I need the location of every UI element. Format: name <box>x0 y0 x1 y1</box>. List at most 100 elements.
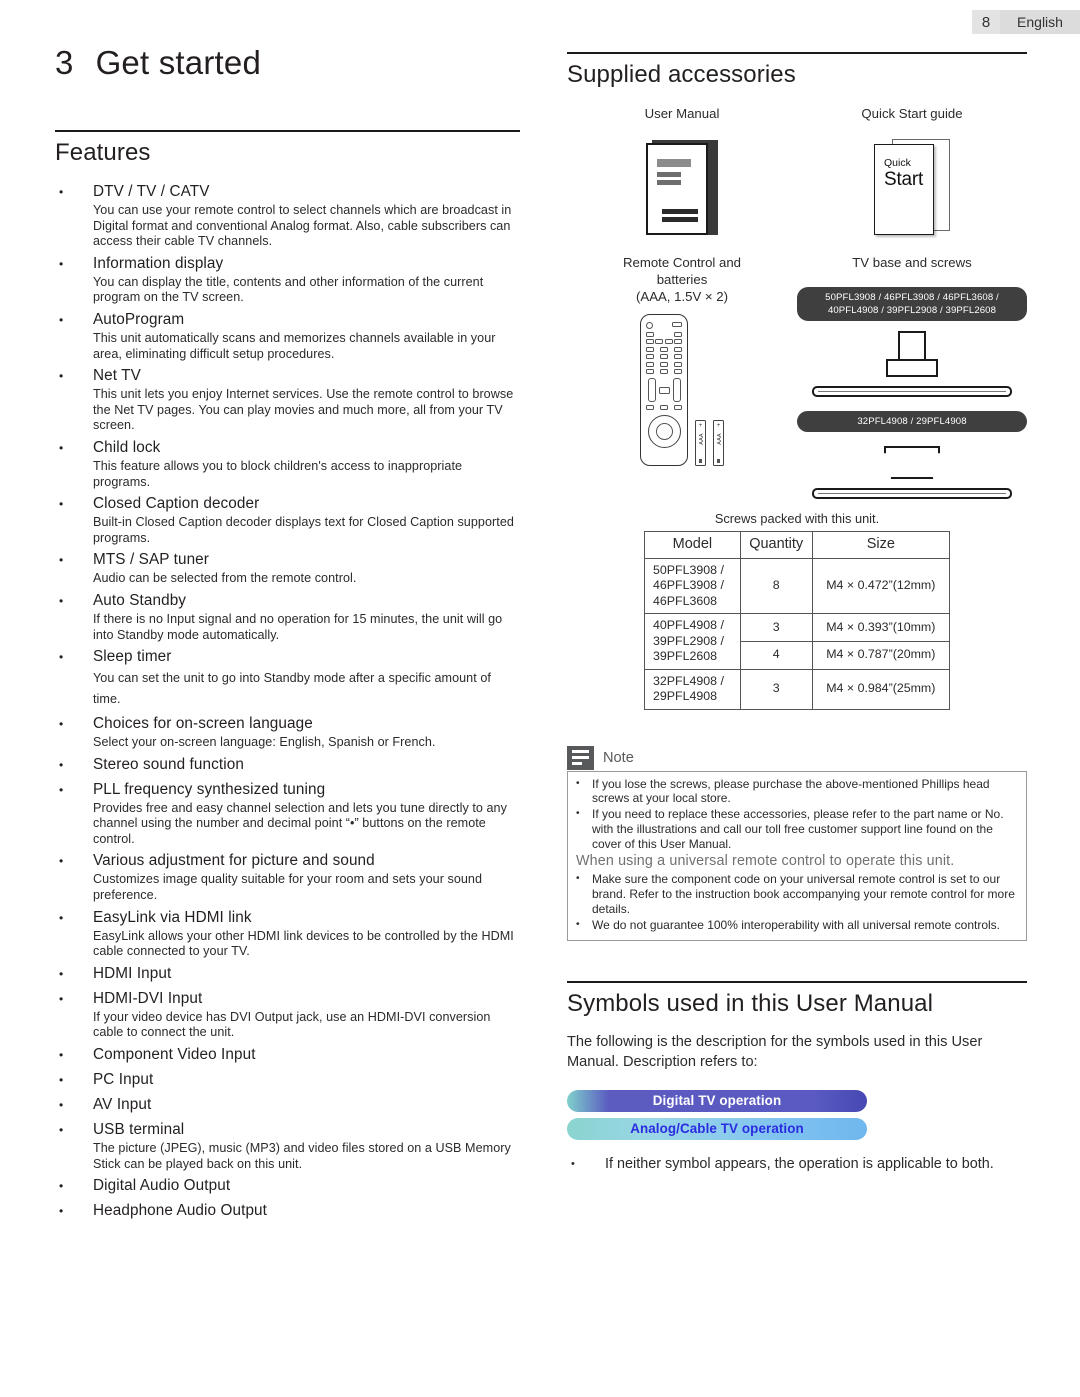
feature-heading: • DTV / TV / CATV <box>55 181 520 203</box>
right-column: Supplied accessories User Manual Quick S… <box>567 52 1027 1174</box>
screws-table-body: 50PFL3908 /46PFL3908 /46PFL3608 8 M4 × 0.4… <box>644 557 951 710</box>
feature-heading: • Information display <box>55 253 520 275</box>
feature-item: • EasyLink via HDMI link EasyLink allows y… <box>55 907 520 960</box>
feature-item: • Stereo sound function <box>55 754 520 776</box>
note-list-item-text: We do not guarantee 100% interoperabilit… <box>592 917 1000 932</box>
screws-cell-size: M4 × 0.393”(10mm) <box>811 613 951 642</box>
feature-title: Sleep timer <box>93 648 172 666</box>
feature-heading: • PC Input <box>55 1069 520 1091</box>
features-list: • DTV / TV / CATV You can use your remote … <box>55 181 520 1222</box>
feature-heading: • Various adjustment for picture and soun… <box>55 850 520 872</box>
quick-start-booklet-icon: Quick Start <box>874 139 950 235</box>
remote-button <box>672 322 682 327</box>
feature-title: Information display <box>93 254 224 272</box>
remote-button <box>646 346 654 352</box>
screws-caption: Screws packed with this unit. <box>714 511 880 526</box>
feature-heading: • Closed Caption decoder <box>55 493 520 515</box>
remote-button <box>660 361 668 367</box>
feature-description: You can set the unit to go into Standby … <box>93 671 491 707</box>
note-subheading: When using a universal remote control to… <box>576 853 955 870</box>
bullet-icon: • <box>576 918 580 930</box>
feature-title: AutoProgram <box>93 310 185 328</box>
feature-title: HDMI-DVI Input <box>93 989 203 1007</box>
feature-title: Various adjustment for picture and sound <box>93 852 375 870</box>
remote-button <box>673 339 682 344</box>
tv-stand-foot-icon <box>886 359 938 377</box>
feature-title: Child lock <box>93 438 161 456</box>
tv-base-plate-icon <box>812 488 1012 499</box>
remote-button <box>646 354 654 359</box>
symbols-footnote-text: If neither symbol appears, the operation… <box>605 1155 994 1172</box>
bullet-icon: • <box>59 782 64 797</box>
screws-col-size: Size <box>811 531 951 559</box>
feature-description: You can use your remote control to selec… <box>93 203 512 249</box>
remote-button <box>674 361 682 367</box>
note-icon-line <box>572 750 589 754</box>
booklet-front <box>646 142 708 235</box>
feature-description: Customizes image quality suitable for yo… <box>93 872 483 903</box>
note-body: • If you lose the screws, please purchase… <box>567 770 1027 941</box>
remote-navigation-pad <box>647 415 681 448</box>
model-badge-group-1: 50PFL3908 / 46PFL3908 / 46PFL3608 / 40PF… <box>797 287 1027 321</box>
note-list-item: • If you lose the screws, please purchase… <box>576 777 1018 807</box>
remote-center-button <box>658 386 670 394</box>
note-items-before: • If you lose the screws, please purchase… <box>576 777 1018 852</box>
quick-start-front-sheet: Quick Start <box>874 144 934 235</box>
feature-item: • PLL frequency synthesized tuning Provide… <box>55 779 520 848</box>
bullet-icon: • <box>59 1048 64 1063</box>
bullet-icon: • <box>59 966 64 981</box>
screws-table-header-row: Model Quantity Size <box>644 531 951 559</box>
bullet-icon: • <box>576 808 580 820</box>
feature-title: Digital Audio Output <box>93 1177 231 1195</box>
screws-cell-quantity: 8 <box>739 557 813 614</box>
bullet-icon: • <box>59 1179 64 1194</box>
remote-button <box>674 405 682 410</box>
bullet-icon: • <box>59 440 64 455</box>
table-row: 32PFL4908 /29PFL4908 3 M4 × 0.984”(25mm) <box>644 668 951 710</box>
bullet-icon: • <box>59 1098 64 1113</box>
feature-description: Audio can be selected from the remote co… <box>93 571 357 586</box>
bullet-icon: • <box>59 1123 64 1138</box>
bullet-icon: • <box>59 256 64 271</box>
feature-title: Stereo sound function <box>93 755 244 773</box>
page-number: 8 <box>972 10 1000 34</box>
tv-base-art-2 <box>797 446 1027 499</box>
note-list-item: • We do not guarantee 100% interoperabili… <box>576 918 1018 933</box>
note-list-item-text: Make sure the component code on your uni… <box>592 872 1015 917</box>
battery-terminal <box>699 459 702 463</box>
feature-item: • Sleep timer You can set the unit to go i… <box>55 646 520 710</box>
remote-control-icon <box>640 314 688 466</box>
remote-button <box>646 405 654 410</box>
remote-button <box>660 354 668 359</box>
screws-cell-size: M4 × 0.984”(25mm) <box>811 668 951 710</box>
feature-heading: • USB terminal <box>55 1119 520 1141</box>
feature-heading: • HDMI-DVI Input <box>55 988 520 1010</box>
feature-heading: • Choices for on-screen language <box>55 713 520 735</box>
remote-power-button <box>646 322 653 329</box>
remote-channel-rocker <box>672 378 681 402</box>
feature-item: • Child lock This feature allows you to bl… <box>55 437 520 490</box>
bullet-icon: • <box>571 1157 575 1170</box>
accessories-divider <box>567 52 1027 54</box>
bullet-icon: • <box>59 369 64 384</box>
bullet-icon: • <box>59 854 64 869</box>
remote-label-line1: Remote Control and <box>622 255 742 270</box>
feature-title: EasyLink via HDMI link <box>93 908 252 926</box>
remote-volume-channel-rockers <box>646 378 682 402</box>
note-list-item-text: If you need to replace these accessories… <box>592 807 1004 851</box>
tv-base-plate-icon <box>812 386 1012 397</box>
feature-description: Built-in Closed Caption decoder displays… <box>93 515 514 545</box>
note-items-after: • Make sure the component code on your un… <box>576 872 1018 932</box>
booklet-bar <box>657 171 681 177</box>
feature-heading: • EasyLink via HDMI link <box>55 907 520 929</box>
accessory-user-manual: User Manual <box>567 105 797 252</box>
screws-cell-quantity: 3 <box>739 668 813 710</box>
remote-label-line3: (AAA, 1.5V × 2) <box>636 289 728 304</box>
bullet-icon: • <box>59 185 64 199</box>
symbols-footnote: • If neither symbol appears, the operati… <box>567 1154 1027 1174</box>
booklet-bar <box>657 158 691 167</box>
remote-button <box>674 369 682 374</box>
bullet-icon: • <box>576 873 580 885</box>
note-box: Note • If you lose the screws, please pur… <box>567 745 1027 941</box>
table-row: 50PFL3908 /46PFL3908 /46PFL3608 8 M4 × 0.4… <box>644 557 951 614</box>
